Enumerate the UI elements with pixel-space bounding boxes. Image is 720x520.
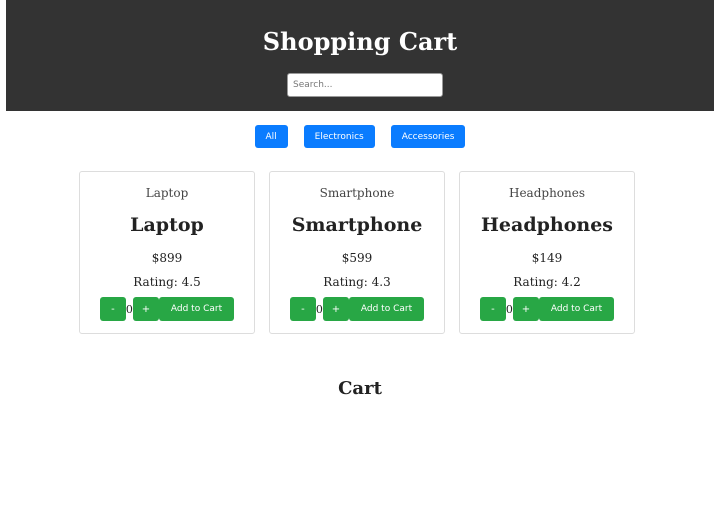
- filter-accessories-button[interactable]: Accessories: [390, 125, 466, 148]
- quantity-controls: - 0 + Add to Cart: [80, 297, 254, 321]
- add-to-cart-button[interactable]: Add to Cart: [158, 297, 235, 321]
- increase-quantity-button[interactable]: +: [322, 297, 349, 321]
- cart-heading: Cart: [338, 378, 382, 399]
- search-input[interactable]: [287, 73, 443, 97]
- increase-quantity-button[interactable]: +: [512, 297, 539, 321]
- product-name: Smartphone: [291, 214, 423, 236]
- add-to-cart-button[interactable]: Add to Cart: [348, 297, 425, 321]
- decrease-quantity-button[interactable]: -: [479, 297, 506, 321]
- product-price: $899: [151, 251, 183, 265]
- quantity-controls: - 0 + Add to Cart: [460, 297, 634, 321]
- product-image: Smartphone: [319, 186, 395, 200]
- quantity-controls: - 0 + Add to Cart: [270, 297, 444, 321]
- page-title: Shopping Cart: [262, 27, 458, 56]
- page-header: Shopping Cart: [6, 0, 714, 111]
- product-card-headphones: Headphones Headphones $149 Rating: 4.2 -…: [459, 171, 635, 334]
- quantity-value: 0: [125, 302, 133, 316]
- product-rating: Rating: 4.3: [323, 275, 391, 289]
- product-rating: Rating: 4.5: [133, 275, 201, 289]
- product-image: Headphones: [508, 186, 586, 200]
- product-name: Headphones: [480, 214, 613, 236]
- decrease-quantity-button[interactable]: -: [289, 297, 316, 321]
- product-card-laptop: Laptop Laptop $899 Rating: 4.5 - 0 + Add…: [79, 171, 255, 334]
- product-price: $149: [531, 251, 563, 265]
- product-rating: Rating: 4.2: [513, 275, 581, 289]
- product-price: $599: [341, 251, 373, 265]
- product-name: Laptop: [130, 214, 204, 236]
- filter-bar: All Electronics Accessories: [0, 125, 720, 148]
- increase-quantity-button[interactable]: +: [132, 297, 159, 321]
- decrease-quantity-button[interactable]: -: [99, 297, 126, 321]
- product-image: Laptop: [145, 186, 189, 200]
- filter-electronics-button[interactable]: Electronics: [303, 125, 375, 148]
- quantity-value: 0: [505, 302, 513, 316]
- product-list: Laptop Laptop $899 Rating: 4.5 - 0 + Add…: [79, 171, 641, 334]
- quantity-value: 0: [315, 302, 323, 316]
- product-card-smartphone: Smartphone Smartphone $599 Rating: 4.3 -…: [269, 171, 445, 334]
- filter-all-button[interactable]: All: [254, 125, 288, 148]
- add-to-cart-button[interactable]: Add to Cart: [538, 297, 615, 321]
